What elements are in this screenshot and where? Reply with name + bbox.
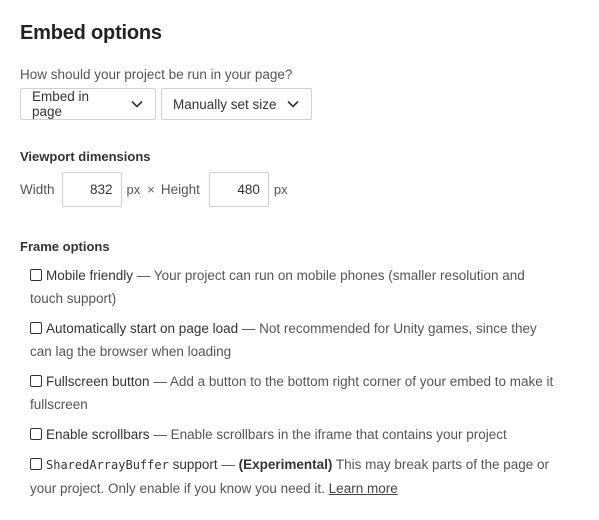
height-input[interactable] (208, 172, 269, 207)
scrollbars-checkbox[interactable] (30, 428, 42, 440)
option-name: Enable scrollbars (46, 427, 150, 442)
height-label: Height (160, 182, 200, 197)
fullscreen-button-checkbox[interactable] (30, 375, 42, 387)
frame-options-list: Mobile friendly — Your project can run o… (30, 264, 555, 507)
width-unit: px (126, 182, 141, 197)
option-name: Automatically start on page load (46, 321, 239, 336)
viewport-dimensions-label: Viewport dimensions (20, 149, 151, 164)
chevron-down-icon (130, 97, 144, 111)
option-name-code: SharedArrayBuffer (46, 458, 169, 472)
option-name: Mobile friendly (46, 268, 134, 283)
times-icon: × (147, 182, 155, 197)
width-input[interactable] (61, 172, 122, 207)
option-description: — Enable scrollbars in the iframe that c… (149, 427, 507, 442)
experimental-tag: (Experimental) (238, 457, 333, 472)
embed-mode-select[interactable]: Embed in page (20, 88, 156, 120)
autostart-option[interactable]: Automatically start on page load — Not r… (30, 317, 555, 363)
embed-selects: Embed in page Manually set size (20, 88, 312, 120)
mobile-friendly-checkbox[interactable] (30, 269, 42, 281)
viewport-dimensions: Width px × Height px (20, 172, 288, 207)
mobile-friendly-option[interactable]: Mobile friendly — Your project can run o… (30, 264, 555, 310)
size-mode-select[interactable]: Manually set size (161, 88, 312, 120)
autostart-checkbox[interactable] (30, 322, 42, 334)
learn-more-link[interactable]: Learn more (329, 481, 398, 496)
run-question: How should your project be run in your p… (20, 67, 293, 82)
chevron-down-icon (286, 97, 300, 111)
frame-options-label: Frame options (20, 239, 110, 254)
option-separator: — (217, 457, 239, 472)
option-name-suffix: support (168, 457, 218, 472)
shared-array-buffer-checkbox[interactable] (30, 458, 42, 470)
height-unit: px (273, 182, 288, 197)
fullscreen-button-option[interactable]: Fullscreen button — Add a button to the … (30, 370, 555, 416)
page-title: Embed options (20, 22, 162, 44)
width-label: Width (20, 182, 55, 197)
option-name: Fullscreen button (46, 374, 150, 389)
shared-array-buffer-option[interactable]: SharedArrayBuffer support — (Experimenta… (30, 453, 555, 500)
embed-mode-value: Embed in page (32, 89, 90, 119)
size-mode-value: Manually set size (173, 96, 277, 112)
scrollbars-option[interactable]: Enable scrollbars — Enable scrollbars in… (30, 423, 555, 446)
